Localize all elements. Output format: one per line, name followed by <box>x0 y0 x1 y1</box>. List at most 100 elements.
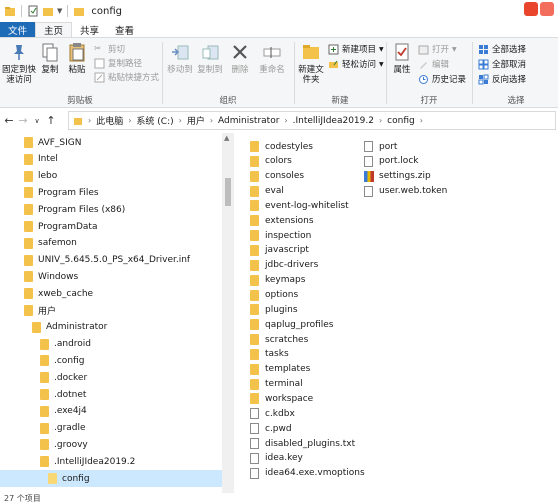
breadcrumb-item[interactable]: .IntelliJIdea2019.2 <box>293 116 374 126</box>
nav-tree-item[interactable]: lebo <box>0 168 222 185</box>
select-all-button[interactable]: 全部选择 <box>478 43 526 55</box>
copy-path-button[interactable]: 复制路径 <box>94 57 142 69</box>
move-to-button[interactable]: 移动到 <box>166 42 194 75</box>
file-item[interactable]: idea64.exe.vmoptions <box>250 466 365 481</box>
file-item[interactable]: user.web.token <box>364 184 447 199</box>
nav-tree-item[interactable]: Program Files <box>0 184 222 201</box>
file-item[interactable]: qaplug_profiles <box>250 317 333 332</box>
file-item[interactable]: extensions <box>250 213 314 228</box>
nav-tree-item[interactable]: .exe4j4 <box>0 403 222 420</box>
file-name: plugins <box>265 304 298 315</box>
nav-tree-item[interactable]: config <box>0 470 222 487</box>
file-item[interactable]: codestyles <box>250 139 313 154</box>
nav-tree-item-label: .groovy <box>54 439 88 450</box>
breadcrumb-item[interactable]: 此电脑 <box>96 114 123 127</box>
up-arrow-icon[interactable]: ↑ <box>44 114 58 127</box>
nav-tree-item[interactable]: 用户 <box>0 302 222 319</box>
file-item[interactable]: tasks <box>250 347 289 362</box>
rename-button[interactable]: 重命名 <box>256 42 288 75</box>
ime-toolbar[interactable] <box>524 2 554 16</box>
nav-tree-item[interactable]: Windows <box>0 268 222 285</box>
breadcrumb-item[interactable]: config <box>387 116 415 126</box>
tab-home[interactable]: 主页 <box>35 22 73 37</box>
file-item[interactable]: javascript <box>250 243 309 258</box>
divider <box>21 5 22 17</box>
chevron-right-icon: › <box>128 116 132 125</box>
cut-button[interactable]: ✂ 剪切 <box>94 43 125 56</box>
nav-tree-item[interactable]: .config <box>0 352 222 369</box>
copy-button[interactable]: 复制 <box>38 42 62 75</box>
nav-tree-item[interactable]: .gradle <box>0 420 222 437</box>
nav-scrollbar[interactable]: ▲ <box>222 133 234 493</box>
breadcrumb[interactable]: › 此电脑 › 系统 (C:) › 用户 › Administrator › .… <box>68 111 556 130</box>
nav-tree-item[interactable]: UNIV_5.645.5.0_PS_x64_Driver.inf <box>0 252 222 269</box>
open-button[interactable]: 打开 ▼ <box>418 43 457 55</box>
file-item[interactable]: settings.zip <box>364 169 431 184</box>
file-item[interactable]: scratches <box>250 332 308 347</box>
scrollbar-thumb[interactable] <box>225 178 231 206</box>
copy-icon <box>42 43 58 62</box>
nav-tree-item[interactable]: Intel <box>0 151 222 168</box>
file-item[interactable]: terminal <box>250 377 303 392</box>
file-item[interactable]: inspection <box>250 228 311 243</box>
edit-button[interactable]: 编辑 <box>418 58 449 70</box>
invert-selection-button[interactable]: 反向选择 <box>478 73 526 85</box>
new-item-button[interactable]: 新建项目 ▼ <box>328 43 384 55</box>
file-item[interactable]: keymaps <box>250 273 305 288</box>
file-item[interactable]: c.pwd <box>250 421 292 436</box>
nav-tree-item[interactable]: .IntelliJIdea2019.2 <box>0 453 222 470</box>
select-none-button[interactable]: 全部取消 <box>478 58 526 70</box>
nav-tree-item[interactable]: Program Files (x86) <box>0 201 222 218</box>
forward-arrow-icon[interactable]: → <box>16 114 30 127</box>
breadcrumb-item[interactable]: Administrator <box>218 116 279 126</box>
file-item[interactable]: jdbc-drivers <box>250 258 318 273</box>
tab-view[interactable]: 查看 <box>107 22 142 37</box>
nav-tree-item[interactable]: AVF_SIGN <box>0 134 222 151</box>
copy-to-button[interactable]: 复制到 <box>196 42 224 75</box>
file-item[interactable]: c.kdbx <box>250 406 295 421</box>
open-group-label: 打开 <box>420 96 438 106</box>
ime-mode-icon[interactable] <box>540 2 554 16</box>
paste-button[interactable]: 粘贴 <box>64 42 90 75</box>
ime-logo-icon[interactable] <box>524 2 538 16</box>
file-item[interactable]: colors <box>250 154 292 169</box>
nav-tree-item[interactable]: xweb_cache <box>0 285 222 302</box>
history-button[interactable]: 历史记录 <box>418 73 466 85</box>
file-item[interactable]: eval <box>250 184 284 199</box>
file-item[interactable]: disabled_plugins.txt <box>250 436 355 451</box>
pin-quick-access-button[interactable]: 固定到快速访问 <box>2 42 36 85</box>
scroll-up-icon[interactable]: ▲ <box>224 134 229 142</box>
nav-tree-item[interactable]: .docker <box>0 369 222 386</box>
file-item[interactable]: port.lock <box>364 154 418 169</box>
file-item[interactable]: plugins <box>250 302 298 317</box>
easy-access-button[interactable]: 轻松访问 ▼ <box>328 58 384 70</box>
delete-button[interactable]: 删除 <box>228 42 252 75</box>
new-folder-icon[interactable] <box>42 5 54 17</box>
file-item[interactable]: workspace <box>250 391 313 406</box>
folder-icon <box>48 473 57 484</box>
breadcrumb-item[interactable]: 系统 (C:) <box>136 114 173 127</box>
breadcrumb-item[interactable]: 用户 <box>187 114 205 127</box>
new-folder-button[interactable]: 新建文件夹 <box>296 42 326 85</box>
properties-icon[interactable] <box>27 5 39 17</box>
file-item[interactable]: consoles <box>250 169 304 184</box>
customize-quick-access-icon[interactable]: ▼ <box>57 7 62 15</box>
tab-share[interactable]: 共享 <box>72 22 107 37</box>
file-item[interactable]: event-log-whitelist <box>250 198 349 213</box>
paste-shortcut-button[interactable]: 粘贴快捷方式 <box>94 71 159 83</box>
nav-tree-item[interactable]: Administrator <box>0 319 222 336</box>
nav-tree-item[interactable]: ProgramData <box>0 218 222 235</box>
back-arrow-icon[interactable]: ← <box>2 114 16 127</box>
nav-tree-item[interactable]: .android <box>0 336 222 353</box>
file-item[interactable]: idea.key <box>250 451 303 466</box>
tab-file[interactable]: 文件 <box>0 22 36 37</box>
nav-tree-item[interactable]: safemon <box>0 235 222 252</box>
properties-button[interactable]: 属性 <box>390 42 414 75</box>
file-item[interactable]: options <box>250 288 298 303</box>
nav-tree-item[interactable]: .dotnet <box>0 386 222 403</box>
folder-icon <box>250 319 259 331</box>
file-item[interactable]: port <box>364 139 397 154</box>
recent-locations-chevron-icon[interactable]: ∨ <box>30 117 44 125</box>
file-item[interactable]: templates <box>250 362 310 377</box>
nav-tree-item[interactable]: .groovy <box>0 436 222 453</box>
